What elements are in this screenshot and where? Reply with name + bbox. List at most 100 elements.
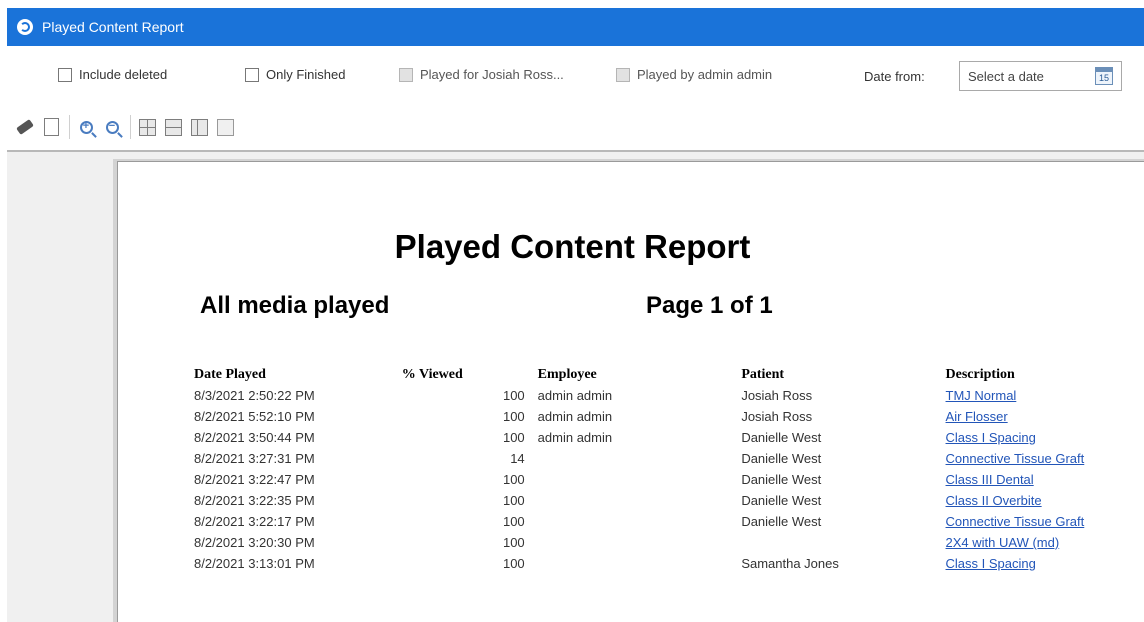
date-played-cell: 8/2/2021 3:27:31 PM xyxy=(194,451,315,466)
patient-cell: Danielle West xyxy=(741,427,945,448)
patient-cell: Danielle West xyxy=(741,469,945,490)
include-deleted-label: Include deleted xyxy=(79,67,168,82)
table-row: 8/2/2021 3:22:47 PM 100 Danielle West Class… xyxy=(194,469,1144,490)
zoom-out-icon[interactable]: − xyxy=(102,117,122,137)
page-setup-icon[interactable] xyxy=(41,117,61,137)
patient-cell: Danielle West xyxy=(741,493,822,508)
date-played-cell: 8/2/2021 3:13:01 PM xyxy=(194,556,315,571)
patient-cell xyxy=(741,532,945,553)
date-from-picker[interactable]: Select a date 15 xyxy=(959,61,1122,91)
table-row: 8/2/2021 3:50:44 PM 100 admin admin Daniell… xyxy=(194,427,1144,448)
app-logo-icon xyxy=(17,19,33,35)
date-played-cell: 8/2/2021 3:27:31 PM xyxy=(194,448,402,469)
played-by-label: Played by admin admin xyxy=(637,67,773,82)
table-row: 8/2/2021 3:20:30 PM 100 2X4 with UAW (md) xyxy=(194,532,1144,553)
date-from-label: Date from: xyxy=(864,69,925,84)
filter-bar: Include deleted Only Finished Played for… xyxy=(7,46,1144,104)
layout-blank-icon[interactable] xyxy=(215,117,235,137)
date-played-cell: 8/3/2021 2:50:22 PM xyxy=(194,388,315,403)
date-played-cell: 8/2/2021 3:22:47 PM xyxy=(194,469,402,490)
checkbox-box[interactable] xyxy=(616,67,630,82)
column-header-patient: Patient xyxy=(741,366,785,382)
calendar-icon[interactable]: 15 xyxy=(1095,67,1113,85)
employee-cell xyxy=(535,532,742,553)
percent-viewed-cell: 100 xyxy=(502,514,525,529)
patient-cell: Danielle West xyxy=(741,448,945,469)
date-played-cell: 8/2/2021 3:22:35 PM xyxy=(194,493,315,508)
percent-viewed-cell: 100 xyxy=(402,385,535,406)
description-cell: 2X4 with UAW (md) xyxy=(946,532,1144,553)
page-number: Page 1 of 1 xyxy=(646,292,773,319)
patient-cell: Danielle West xyxy=(741,472,822,487)
zoom-in-icon[interactable]: + xyxy=(76,117,96,137)
include-deleted-checkbox[interactable]: Include deleted xyxy=(58,67,167,82)
table-row: 8/2/2021 3:13:01 PM 100 Samantha Jones Clas… xyxy=(194,553,1144,574)
date-played-cell: 8/2/2021 3:20:30 PM xyxy=(194,532,402,553)
toolbar-divider xyxy=(69,115,70,139)
description-link[interactable]: Class III Dental xyxy=(946,472,1034,487)
employee-cell xyxy=(535,469,742,490)
report-title: Played Content Report xyxy=(394,228,751,265)
patient-cell: Josiah Ross xyxy=(741,385,945,406)
description-link[interactable]: Class I Spacing xyxy=(946,430,1036,445)
percent-viewed-cell: 100 xyxy=(402,406,535,427)
description-link[interactable]: Connective Tissue Graft xyxy=(946,514,1085,529)
percent-viewed-cell: 100 xyxy=(402,532,535,553)
checkbox-box[interactable] xyxy=(245,67,259,82)
description-cell: Class II Overbite xyxy=(946,490,1144,511)
patient-cell: Josiah Ross xyxy=(741,409,813,424)
table-row: 8/2/2021 3:22:35 PM 100 Danielle West Class… xyxy=(194,490,1144,511)
date-played-cell: 8/2/2021 3:20:30 PM xyxy=(194,535,315,550)
report-table: Date Played % Viewed Employee Patient De… xyxy=(194,364,1144,574)
percent-viewed-cell: 14 xyxy=(510,451,525,466)
employee-cell xyxy=(535,490,742,511)
played-for-label: Played for Josiah Ross... xyxy=(420,67,564,82)
only-finished-checkbox[interactable]: Only Finished xyxy=(245,67,345,82)
date-from-placeholder[interactable]: Select a date xyxy=(968,69,1044,84)
patient-cell: Danielle West xyxy=(741,430,822,445)
percent-viewed-cell: 100 xyxy=(502,535,525,550)
played-by-checkbox[interactable]: Played by admin admin xyxy=(616,67,772,82)
description-cell: TMJ Normal xyxy=(946,385,1144,406)
description-link[interactable]: 2X4 with UAW (md) xyxy=(946,535,1060,550)
percent-viewed-cell: 100 xyxy=(502,493,525,508)
description-cell: Class I Spacing xyxy=(946,427,1144,448)
employee-cell: admin admin xyxy=(537,388,613,403)
report-page: Played Content Report All media played P… xyxy=(117,161,1144,622)
table-row: 8/2/2021 5:52:10 PM 100 admin admin Josiah … xyxy=(194,406,1144,427)
employee-cell: admin admin xyxy=(535,406,742,427)
layout-single-icon[interactable] xyxy=(189,117,209,137)
table-row: 8/3/2021 2:50:22 PM 100 admin admin Josiah … xyxy=(194,385,1144,406)
description-link[interactable]: Class II Overbite xyxy=(946,493,1042,508)
checkbox-box[interactable] xyxy=(58,67,72,82)
description-link[interactable]: Class I Spacing xyxy=(946,556,1036,571)
employee-cell: admin admin xyxy=(537,430,613,445)
percent-viewed-cell: 100 xyxy=(502,430,525,445)
report-viewer[interactable]: Played Content Report All media played P… xyxy=(7,150,1144,622)
date-played-cell: 8/2/2021 5:52:10 PM xyxy=(194,409,315,424)
description-link[interactable]: TMJ Normal xyxy=(946,388,1017,403)
layout-two-icon[interactable] xyxy=(163,117,183,137)
patient-cell: Josiah Ross xyxy=(741,388,813,403)
date-played-cell: 8/2/2021 3:22:17 PM xyxy=(194,511,402,532)
played-for-checkbox[interactable]: Played for Josiah Ross... xyxy=(399,67,564,82)
table-row: 8/2/2021 3:27:31 PM 14 Danielle West Connec… xyxy=(194,448,1144,469)
patient-cell: Josiah Ross xyxy=(741,406,945,427)
percent-viewed-cell: 100 xyxy=(402,427,535,448)
percent-viewed-cell: 100 xyxy=(402,469,535,490)
table-row: 8/2/2021 3:22:17 PM 100 Danielle West Conne… xyxy=(194,511,1144,532)
brush-icon[interactable] xyxy=(15,117,35,137)
percent-viewed-cell: 100 xyxy=(502,472,525,487)
title-bar: Played Content Report xyxy=(7,8,1144,46)
description-link[interactable]: Connective Tissue Graft xyxy=(946,451,1085,466)
checkbox-box[interactable] xyxy=(399,67,413,82)
description-link[interactable]: Air Flosser xyxy=(946,409,1008,424)
description-cell: Class I Spacing xyxy=(946,553,1144,574)
toolbar-divider xyxy=(130,115,131,139)
layout-four-icon[interactable] xyxy=(137,117,157,137)
patient-cell: Danielle West xyxy=(741,511,945,532)
employee-cell: admin admin xyxy=(537,409,613,424)
table-header-row: Date Played % Viewed Employee Patient De… xyxy=(194,364,1144,385)
patient-cell: Danielle West xyxy=(741,514,822,529)
employee-cell xyxy=(535,448,742,469)
